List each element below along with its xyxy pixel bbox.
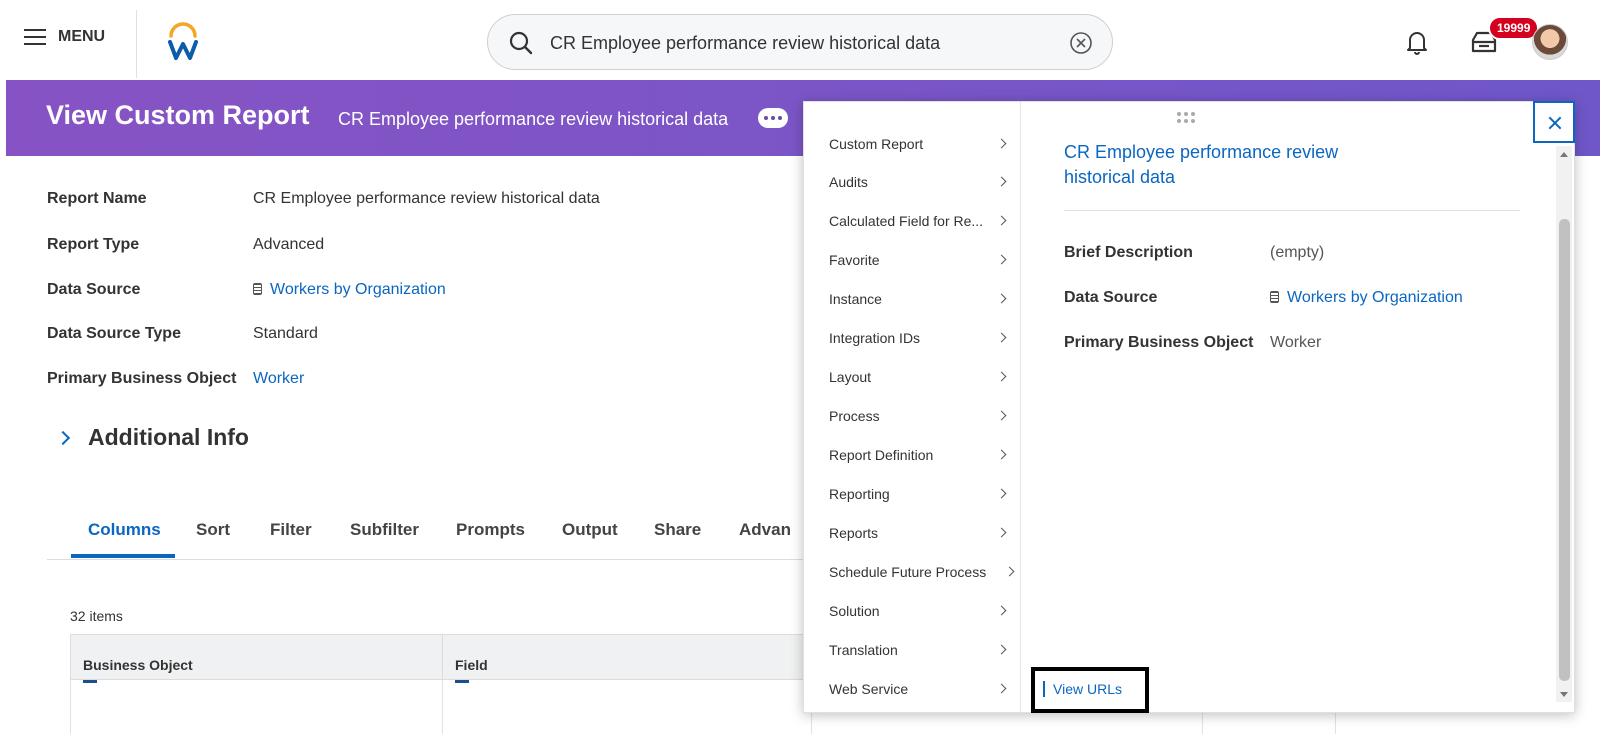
data-source-icon — [253, 283, 262, 295]
column-header-field[interactable]: Field — [442, 634, 812, 680]
divider — [1064, 210, 1520, 211]
pane-label: Brief Description — [1064, 244, 1193, 261]
chevron-right-icon — [996, 254, 1007, 265]
detail-label: Report Type — [47, 236, 140, 253]
menu-label: MENU — [58, 28, 106, 45]
data-source-link[interactable]: Workers by Organization — [270, 281, 446, 298]
tab-subfilter[interactable]: Subfilter — [350, 520, 419, 540]
chevron-right-icon — [996, 176, 1007, 187]
pane-value: (empty) — [1270, 244, 1325, 261]
pane-report-title-link[interactable]: CR Employee performance review historica… — [1064, 140, 1394, 190]
chevron-right-icon — [996, 332, 1007, 343]
menu-item-solution[interactable]: Solution — [829, 603, 1013, 625]
user-avatar[interactable] — [1532, 24, 1568, 60]
menu-item-reporting[interactable]: Reporting — [829, 486, 1013, 508]
menu-button[interactable]: MENU — [24, 28, 105, 46]
menu-item-process[interactable]: Process — [829, 408, 1013, 430]
tab-columns[interactable]: Columns — [88, 520, 161, 540]
view-urls-link[interactable]: View URLs — [1043, 681, 1122, 697]
detail-value: CR Employee performance review historica… — [253, 190, 600, 207]
search-input[interactable] — [550, 29, 1030, 57]
related-actions-popup: Custom Report Audits Calculated Field fo… — [803, 101, 1575, 713]
menu-item-audits[interactable]: Audits — [829, 174, 1013, 196]
menu-item-translation[interactable]: Translation — [829, 642, 1013, 664]
additional-info-title: Additional Info — [88, 424, 249, 450]
menu-item-schedule-future-process[interactable]: Schedule Future Process — [829, 564, 1015, 586]
chevron-right-icon — [996, 371, 1007, 382]
table-cell[interactable] — [442, 680, 812, 734]
report-name-heading: CR Employee performance review historica… — [338, 109, 729, 129]
close-popup-button[interactable] — [1533, 101, 1575, 143]
chevron-right-icon — [996, 410, 1007, 421]
related-actions-icon[interactable] — [758, 108, 788, 128]
pane-data-source-link[interactable]: Workers by Organization — [1287, 289, 1463, 306]
menu-item-custom-report[interactable]: Custom Report — [829, 136, 1013, 158]
tab-advanced[interactable]: Advan — [739, 520, 791, 540]
chevron-right-icon — [996, 527, 1007, 538]
pane-label: Data Source — [1064, 289, 1158, 306]
chevron-right-icon — [996, 644, 1007, 655]
page-title: View Custom Report — [46, 100, 310, 130]
top-bar: MENU 19999 — [0, 0, 1600, 80]
notifications-bell-icon[interactable] — [1405, 28, 1429, 56]
clear-search-icon[interactable] — [1068, 30, 1094, 56]
menu-item-instance[interactable]: Instance — [829, 291, 1013, 313]
chevron-right-icon — [55, 430, 71, 445]
scroll-up-arrow-icon[interactable] — [1560, 152, 1568, 157]
menu-item-integration-ids[interactable]: Integration IDs — [829, 330, 1013, 352]
items-count: 32 items — [70, 608, 123, 624]
menu-item-calculated-field[interactable]: Calculated Field for Re... — [829, 213, 1013, 235]
tab-prompts[interactable]: Prompts — [456, 520, 525, 540]
chevron-right-icon — [996, 293, 1007, 304]
workday-logo-icon[interactable] — [166, 22, 200, 62]
detail-value: Standard — [253, 325, 318, 342]
tab-output[interactable]: Output — [562, 520, 618, 540]
menu-item-layout[interactable]: Layout — [829, 369, 1013, 391]
pane-label: Primary Business Object — [1064, 334, 1254, 351]
menu-item-reports[interactable]: Reports — [829, 525, 1013, 547]
primary-business-object-link[interactable]: Worker — [253, 370, 304, 388]
detail-label: Data Source Type — [47, 325, 181, 342]
detail-label: Report Name — [47, 190, 147, 207]
chevron-right-icon — [1004, 566, 1015, 577]
chevron-right-icon — [996, 683, 1007, 694]
tab-bar: Columns Sort Filter Subfilter Prompts Ou… — [47, 510, 807, 560]
drag-handle-icon[interactable] — [1177, 112, 1197, 124]
pane-worker-link[interactable]: Worker — [1270, 334, 1321, 352]
additional-info-toggle[interactable]: Additional Info — [55, 424, 249, 451]
search-bar[interactable] — [487, 14, 1113, 70]
pane-value-data-source: Workers by Organization — [1270, 289, 1463, 307]
row-fragment — [83, 680, 97, 683]
chevron-right-icon — [996, 605, 1007, 616]
menu-item-report-definition[interactable]: Report Definition — [829, 447, 1013, 469]
detail-label: Primary Business Object — [47, 370, 237, 387]
detail-label: Data Source — [47, 281, 141, 298]
detail-value: Advanced — [253, 236, 325, 253]
tab-sort[interactable]: Sort — [196, 520, 230, 540]
data-source-icon — [1270, 291, 1279, 303]
detail-value-data-source: Workers by Organization — [253, 281, 446, 299]
table-cell[interactable] — [70, 680, 443, 734]
web-service-submenu: View URLs — [1031, 667, 1149, 713]
divider — [136, 10, 137, 78]
active-tab-indicator — [71, 554, 175, 558]
search-icon — [509, 31, 533, 55]
column-header-business-object[interactable]: Business Object — [70, 634, 443, 680]
menu-item-web-service[interactable]: Web Service — [829, 681, 1013, 703]
scroll-down-arrow-icon[interactable] — [1560, 692, 1568, 697]
row-fragment — [455, 680, 469, 683]
chevron-right-icon — [996, 488, 1007, 499]
tab-filter[interactable]: Filter — [270, 520, 312, 540]
chevron-right-icon — [996, 138, 1007, 149]
chevron-right-icon — [996, 449, 1007, 460]
scrollbar-thumb[interactable] — [1559, 219, 1570, 681]
related-actions-menu: Custom Report Audits Calculated Field fo… — [804, 102, 1021, 712]
chevron-right-icon — [996, 215, 1007, 226]
hamburger-icon — [24, 29, 46, 45]
tab-share[interactable]: Share — [654, 520, 701, 540]
menu-item-favorite[interactable]: Favorite — [829, 252, 1013, 274]
